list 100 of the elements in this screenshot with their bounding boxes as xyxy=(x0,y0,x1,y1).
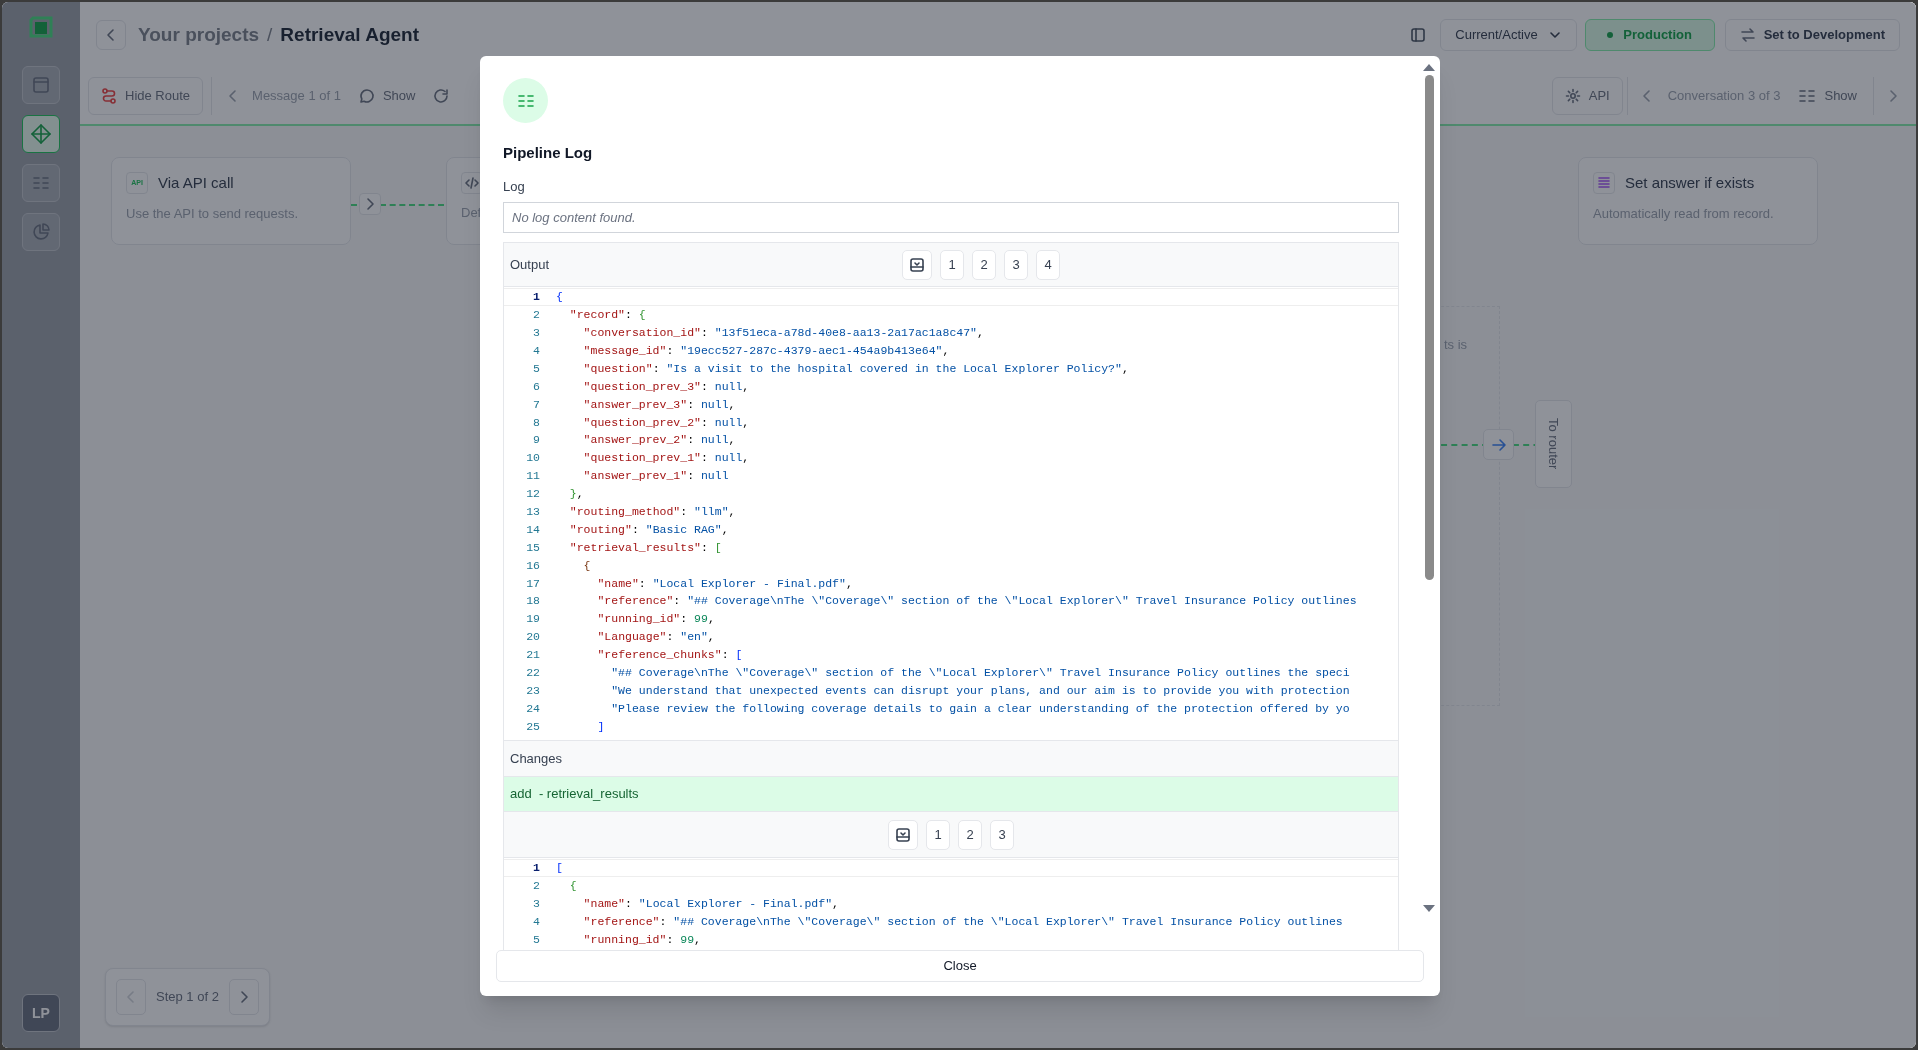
line-number: 21 xyxy=(525,647,540,664)
close-button[interactable]: Close xyxy=(496,950,1424,982)
line-number: 25 xyxy=(525,718,540,735)
log-field[interactable]: No log content found. xyxy=(503,202,1399,233)
line-number: 7 xyxy=(532,396,540,413)
line-number: 13 xyxy=(525,504,540,520)
code-line: "reference": "## Coverage\nThe \"Coverage\" section of the \"Local Explorer\" Travel Insurance Policy outlines xyxy=(596,593,1357,610)
code-line: "reference_chunks": [ xyxy=(596,647,743,664)
line-number: 5 xyxy=(532,360,540,377)
code-line: "We understand that unexpected events can disrupt your plans, and our aim is to provide you with protection xyxy=(610,682,1350,699)
page-button[interactable]: 1 xyxy=(926,819,950,850)
code-line: "conversation_id": "13f51eca-a78d-40e8-aa13-2a17ac1a8c47", xyxy=(582,325,984,342)
sidebar-button[interactable] xyxy=(22,213,60,251)
code-line: "message_id": "19ecc527-287c-4379-aec1-454a9b413e64", xyxy=(582,343,950,359)
list-icon xyxy=(503,78,548,123)
code-line: "Language": "en", xyxy=(596,629,715,646)
hide-route-button[interactable]: Hide Route xyxy=(88,77,204,115)
router-button[interactable]: To router xyxy=(1535,400,1572,488)
sidebar-button[interactable] xyxy=(22,164,60,202)
settings-icon xyxy=(1564,88,1581,104)
version-select[interactable]: Current/Active xyxy=(1440,19,1577,51)
swap-icon xyxy=(1739,27,1756,43)
code-line: "routing": "Basic RAG", xyxy=(568,521,729,538)
section-label: Changes xyxy=(510,749,563,768)
project-title: Retrieval Agent xyxy=(280,22,419,47)
code-line: "answer_prev_2": null, xyxy=(582,432,736,449)
previous-step-button[interactable] xyxy=(116,979,146,1015)
code-line: "reference": "## Coverage\nThe \"Coverage\" section of the \"Local Explorer\" Travel Insurance Policy outlines xyxy=(582,914,1343,930)
code-line: "answer_prev_1": null xyxy=(582,468,729,485)
diamond-icon xyxy=(31,124,51,144)
line-number: 17 xyxy=(525,575,540,592)
breadcrumb-separator: / xyxy=(267,22,273,47)
sidebar-button[interactable] xyxy=(22,66,60,104)
page-button[interactable]: 2 xyxy=(958,819,982,850)
line-number: 3 xyxy=(532,325,540,342)
tray-icon xyxy=(909,256,925,273)
chevron-icon xyxy=(359,193,381,215)
code-line: { xyxy=(582,557,591,574)
code-line: "running_id": 99, xyxy=(596,611,715,628)
refresh-icon[interactable] xyxy=(433,88,450,104)
api-button[interactable]: API xyxy=(1551,77,1623,115)
code-line: ] xyxy=(596,718,605,735)
code-line: { xyxy=(568,878,577,895)
next-step-button[interactable] xyxy=(228,979,259,1015)
page-button[interactable]: 4 xyxy=(1036,249,1060,280)
code-line: "Please review the following coverage details to gain a clear understanding of the protection offered by yo xyxy=(610,700,1350,717)
code-line: "question_prev_3": null, xyxy=(582,378,750,395)
node-title: Set answer if exists xyxy=(1625,173,1755,193)
change-row: add - retrieval_results xyxy=(504,777,1398,812)
page-button[interactable]: 3 xyxy=(1004,249,1028,280)
line-number: 22 xyxy=(525,665,540,681)
collapse-button[interactable] xyxy=(888,819,918,850)
page-button[interactable]: 3 xyxy=(990,819,1014,850)
line-number: 10 xyxy=(525,450,540,467)
user-avatar[interactable]: LP xyxy=(22,994,60,1032)
line-number: 23 xyxy=(525,682,540,699)
line-number: 8 xyxy=(532,414,540,431)
show-message-button[interactable]: Show xyxy=(346,77,428,115)
back-button[interactable] xyxy=(96,20,126,50)
code-line: "name": "Local Explorer - Final.pdf", xyxy=(582,896,839,913)
line-number: 24 xyxy=(525,700,540,717)
code-line: { xyxy=(556,289,563,306)
line-number: 20 xyxy=(525,629,540,646)
code-line: "answer_prev_3": null, xyxy=(582,396,736,413)
code-line: "name": "Local Explorer - Final.pdf", xyxy=(596,575,853,592)
list-icon xyxy=(1798,87,1817,105)
collapse-button[interactable] xyxy=(902,249,932,280)
line-number: 4 xyxy=(532,343,540,359)
line-number: 15 xyxy=(525,539,540,556)
code-line: "retrieval_results": [ xyxy=(568,539,722,556)
line-number: 6 xyxy=(532,378,540,395)
line-number: 4 xyxy=(532,914,540,930)
pie-chart-icon xyxy=(32,223,50,241)
lines-icon xyxy=(1593,172,1615,195)
page-button[interactable]: 1 xyxy=(940,249,964,280)
line-number: 3 xyxy=(532,896,540,913)
line-number: 19 xyxy=(525,611,540,628)
set-development-button[interactable]: Set to Development xyxy=(1724,19,1900,51)
line-number: 1 xyxy=(532,289,540,306)
line-number: 12 xyxy=(525,486,540,503)
code-line: "routing_method": "llm", xyxy=(568,504,736,520)
show-conversation-button[interactable]: Show xyxy=(1786,77,1869,115)
line-number: 16 xyxy=(525,557,540,574)
line-number: 18 xyxy=(525,593,540,610)
page-button[interactable]: 2 xyxy=(972,249,996,280)
line-number: 2 xyxy=(532,307,540,324)
window-icon xyxy=(32,76,50,94)
line-number: 1 xyxy=(532,860,540,877)
breadcrumb-link[interactable]: Your projects xyxy=(138,20,260,50)
field-label: Log xyxy=(503,177,526,196)
section-label: Output xyxy=(510,255,550,274)
code-line: "running_id": 99, xyxy=(582,931,701,948)
step-label: Step 1 of 2 xyxy=(156,988,219,1007)
node-title: Via API call xyxy=(158,173,234,193)
code-line: "record": { xyxy=(568,307,646,324)
list-icon xyxy=(32,174,50,192)
route-icon xyxy=(101,88,117,104)
sidebar-button[interactable] xyxy=(22,115,60,153)
panel-icon[interactable] xyxy=(1410,27,1427,43)
code-line: "## Coverage\nThe \"Coverage\" section of the \"Local Explorer\" Travel Insurance Policy outlines the speci xyxy=(610,665,1350,681)
